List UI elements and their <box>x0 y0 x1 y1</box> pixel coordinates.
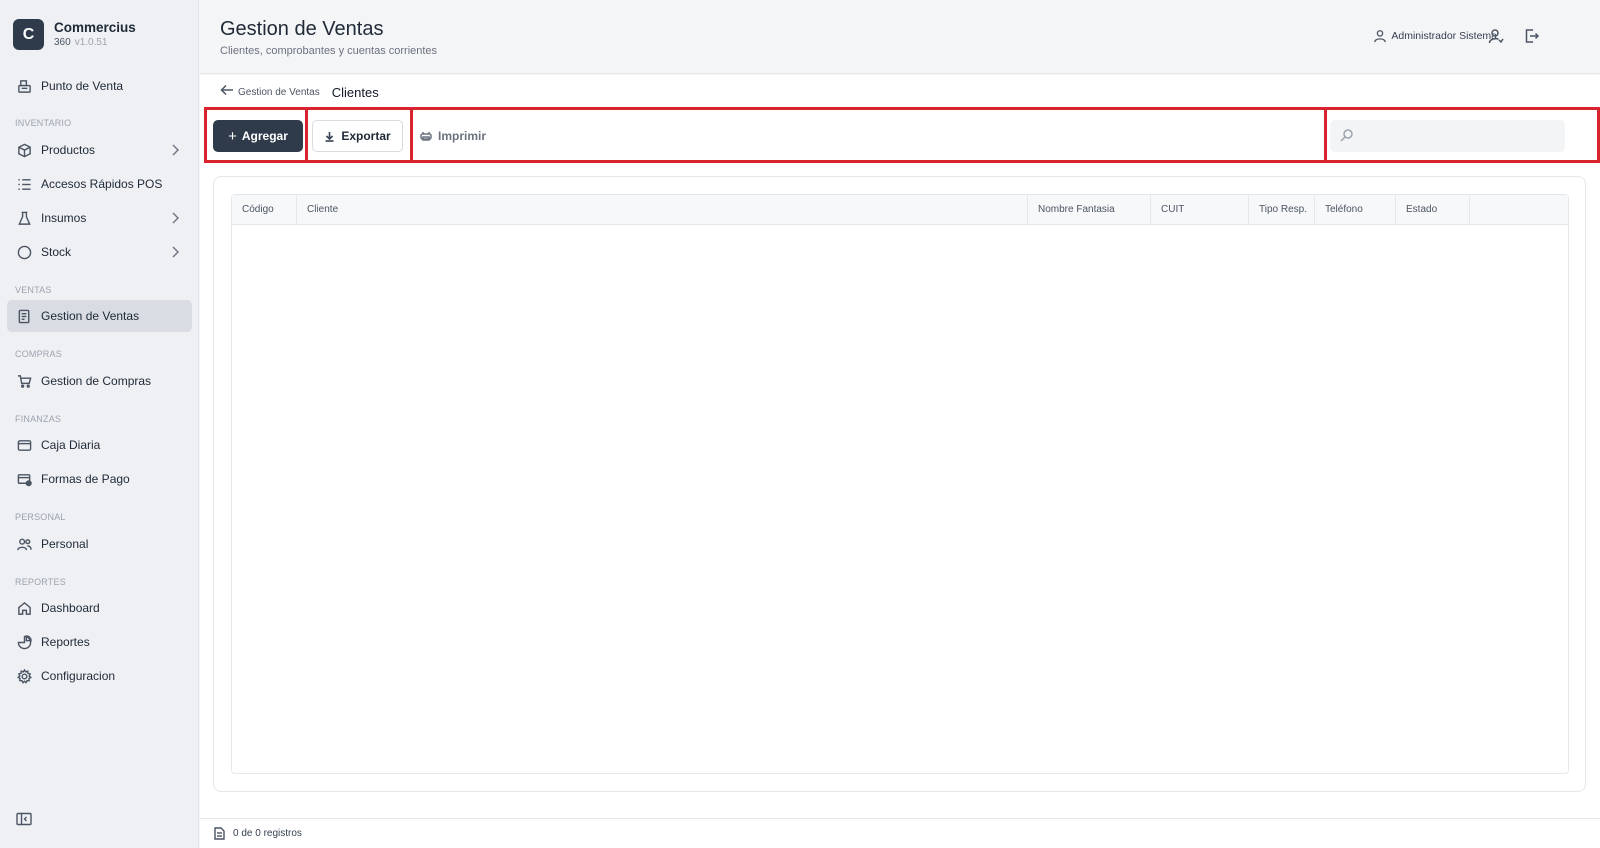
gear-icon <box>16 668 32 684</box>
cart-icon <box>16 373 32 389</box>
box-icon <box>16 142 32 158</box>
brand-text: Commercius 360 v1.0.51 <box>54 20 136 49</box>
search-input[interactable] <box>1358 120 1558 152</box>
sidebar-item-label: Stock <box>41 245 72 259</box>
sidebar-section-reportes: REPORTES <box>15 577 66 587</box>
column-header-codigo[interactable]: Código <box>232 195 297 225</box>
table-card: Código Cliente Nombre Fantasia CUIT Tipo… <box>213 176 1586 792</box>
print-button-label: Imprimir <box>438 129 487 143</box>
column-header-nombre-fantasia[interactable]: Nombre Fantasia <box>1028 195 1151 225</box>
sidebar-item-label: Productos <box>41 143 96 157</box>
sidebar-item-stock[interactable]: Stock <box>7 236 192 268</box>
chevron-right-icon <box>169 143 181 157</box>
brand-edition: 360 <box>54 37 71 48</box>
sidebar-item-label: Formas de Pago <box>41 472 130 486</box>
sidebar-item-label: Caja Diaria <box>41 438 101 452</box>
chart-icon <box>16 634 32 650</box>
home-icon <box>16 600 32 616</box>
sidebar-collapse-icon[interactable] <box>16 812 32 826</box>
sidebar-item-reportes[interactable]: Reportes <box>7 626 192 658</box>
sidebar-item-accesos-rapidos-pos[interactable]: Accesos Rápidos POS <box>7 168 192 200</box>
sidebar-item-gestion-de-compras[interactable]: Gestion de Compras <box>7 365 192 397</box>
add-button[interactable]: + Agregar <box>213 120 303 152</box>
export-button-label: Exportar <box>341 129 391 143</box>
brand-name: Commercius <box>54 20 136 35</box>
breadcrumb-current: Clientes <box>331 84 379 100</box>
breadcrumb-parent[interactable]: Gestion de Ventas <box>238 87 320 98</box>
sidebar-item-label: Configuracion <box>41 669 116 683</box>
column-header-telefono[interactable]: Teléfono <box>1315 195 1396 225</box>
pos-icon <box>16 78 32 94</box>
brand-version: v1.0.51 <box>74 37 108 48</box>
status-bar: 0 de 0 registros <box>200 818 1600 848</box>
sidebar-item-insumos[interactable]: Insumos <box>7 202 192 234</box>
sidebar-item-label: Personal <box>41 537 89 551</box>
sidebar-item-label: Accesos Rápidos POS <box>41 177 163 191</box>
flask-icon <box>16 210 32 226</box>
user-menu[interactable]: Administrador Sistema <box>1373 29 1497 43</box>
add-button-label: Agregar <box>241 129 288 143</box>
highlight-print <box>410 107 1327 163</box>
plus-icon: + <box>228 127 237 145</box>
sidebar-section-compras: COMPRAS <box>15 349 62 359</box>
column-header-tipo-resp[interactable]: Tipo Resp. <box>1249 195 1315 225</box>
sidebar-item-punto-de-venta[interactable]: Punto de Venta <box>7 70 192 102</box>
switch-user-icon[interactable] <box>1488 28 1504 44</box>
chevron-right-icon <box>169 245 181 259</box>
sidebar-item-label: Reportes <box>41 635 90 649</box>
back-arrow-icon[interactable] <box>220 83 234 101</box>
sidebar-item-label: Dashboard <box>41 601 100 615</box>
records-count-text: 0 de 0 registros <box>233 828 302 839</box>
list-icon <box>16 176 32 192</box>
sidebar-item-productos[interactable]: Productos <box>7 134 192 166</box>
export-button[interactable]: Exportar <box>312 120 403 152</box>
column-header-estado[interactable]: Estado <box>1396 195 1470 225</box>
sidebar-item-label: Gestion de Compras <box>41 374 152 388</box>
sidebar-item-label: Punto de Venta <box>41 79 124 93</box>
sidebar-item-personal[interactable]: Personal <box>7 528 192 560</box>
user-icon <box>1374 30 1387 43</box>
sidebar-item-caja-diaria[interactable]: Caja Diaria <box>7 429 192 461</box>
chevron-right-icon <box>169 211 181 225</box>
column-header-actions <box>1470 195 1570 225</box>
sidebar-item-configuracion[interactable]: Configuracion <box>7 660 192 692</box>
sidebar-item-dashboard[interactable]: Dashboard <box>7 592 192 624</box>
page-title: Gestion de Ventas <box>220 18 384 40</box>
sidebar: C Commercius 360 v1.0.51 Punto de Venta I… <box>0 0 199 848</box>
sidebar-section-inventario: INVENTARIO <box>15 118 72 128</box>
print-button[interactable]: Imprimir <box>420 120 486 152</box>
card-icon <box>16 471 32 487</box>
search-icon <box>1340 129 1353 142</box>
main-content: Gestion de Ventas Clientes + Agregar Exp… <box>200 75 1600 848</box>
user-name: Administrador Sistema <box>1391 30 1497 42</box>
printer-icon <box>420 132 432 141</box>
clients-table: Código Cliente Nombre Fantasia CUIT Tipo… <box>231 194 1569 774</box>
search-box[interactable] <box>1330 120 1565 152</box>
page-subtitle: Clientes, comprobantes y cuentas corrien… <box>220 45 438 57</box>
table-header: Código Cliente Nombre Fantasia CUIT Tipo… <box>232 195 1568 225</box>
circle-icon <box>16 244 32 260</box>
brand-logo: C <box>13 19 44 50</box>
sidebar-section-finanzas: FINANZAS <box>15 414 62 424</box>
sidebar-item-label: Insumos <box>41 211 87 225</box>
column-header-cliente[interactable]: Cliente <box>297 195 1028 225</box>
sidebar-section-personal: PERSONAL <box>15 512 66 522</box>
breadcrumb: Gestion de Ventas Clientes <box>220 83 379 101</box>
download-icon <box>325 131 334 142</box>
logout-icon[interactable] <box>1524 28 1540 44</box>
sidebar-item-label: Gestion de Ventas <box>41 309 140 323</box>
sidebar-section-ventas: VENTAS <box>15 285 52 295</box>
document-icon <box>214 827 225 840</box>
receipt-icon <box>16 308 32 324</box>
page-header: Gestion de Ventas Clientes, comprobantes… <box>200 0 1600 74</box>
wallet-icon <box>16 437 32 453</box>
brand-sub: 360 v1.0.51 <box>54 36 136 49</box>
users-icon <box>16 536 32 552</box>
sidebar-item-gestion-de-ventas[interactable]: Gestion de Ventas <box>7 300 192 332</box>
column-header-cuit[interactable]: CUIT <box>1151 195 1249 225</box>
records-count: 0 de 0 registros <box>214 827 302 840</box>
sidebar-item-formas-de-pago[interactable]: Formas de Pago <box>7 463 192 495</box>
brand[interactable]: C Commercius 360 v1.0.51 <box>13 19 136 50</box>
